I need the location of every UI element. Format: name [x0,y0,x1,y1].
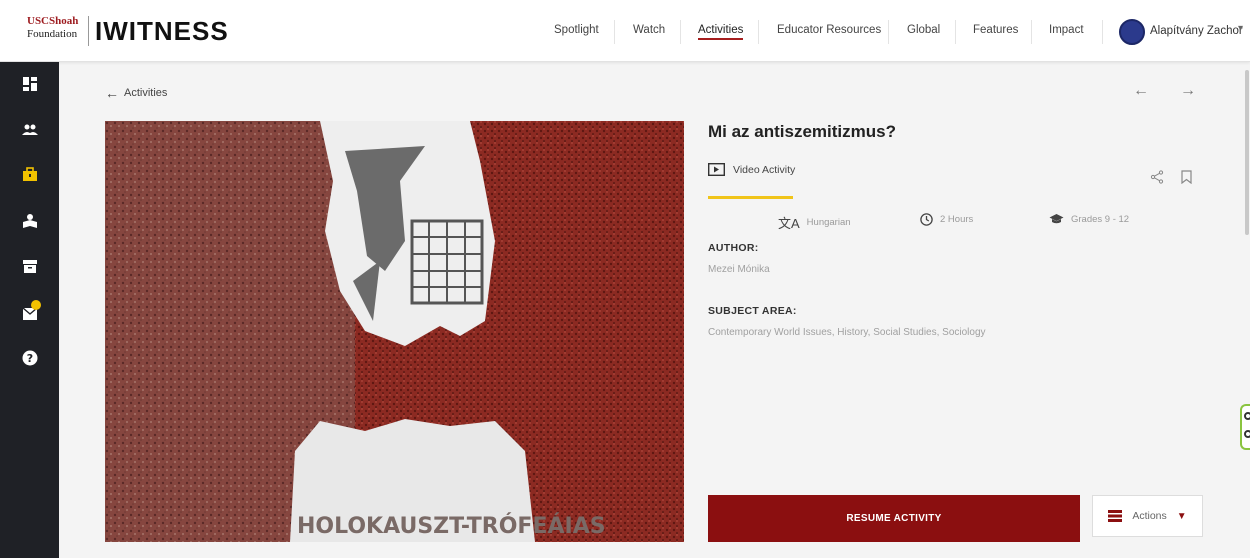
list-icon [1108,510,1123,522]
nav-divider [614,20,615,44]
translate-icon: 文A [778,216,800,231]
nav-watch[interactable]: Watch [633,24,665,36]
activity-image: HOLOKAUSZT-TRÓFEÁIAS [105,121,684,542]
student-icon[interactable] [22,213,38,229]
nav-divider [1031,20,1032,44]
image-caption-text: HOLOKAUSZT-TRÓFEÁIAS [297,513,606,539]
chevron-down-icon: ▼ [1176,510,1187,522]
help-icon[interactable]: ? [22,350,38,366]
duration-value: 2 Hours [940,214,974,225]
user-name[interactable]: Alapítvány Zachor [1150,25,1243,37]
activity-type-label: Video Activity [733,163,796,176]
actions-label: Actions [1132,510,1167,522]
feedback-widget[interactable] [1240,404,1250,450]
dashboard-icon[interactable] [22,76,38,92]
nav-global[interactable]: Global [907,24,940,36]
widget-icon [1244,430,1250,438]
usc-shoah-logo[interactable]: USCShoah Foundation [27,15,85,41]
language-meta: 文A Hungarian [778,213,851,232]
nav-divider [680,20,681,44]
nav-divider [888,20,889,44]
author-value: Mezei Mónika [708,264,770,275]
bookmark-icon[interactable] [1181,170,1192,189]
share-icon[interactable] [1150,170,1164,189]
grades-meta: Grades 9 - 12 [1049,213,1129,225]
activity-type: Video Activity [708,163,795,176]
archive-icon[interactable] [22,258,38,274]
duration-meta: 2 Hours [920,213,973,226]
subject-area-label: SUBJECT AREA: [708,305,797,317]
actions-dropdown[interactable]: Actions ▼ [1092,495,1203,537]
logo-divider [88,16,89,46]
graduation-cap-icon [1049,214,1064,224]
next-arrow-icon[interactable]: → [1180,82,1196,100]
logo-line1: USCShoah [27,15,79,27]
users-icon[interactable] [22,122,38,138]
video-icon [708,163,725,176]
svg-text:?: ? [27,352,33,365]
activity-title: Mi az antiszemitizmus? [708,122,896,141]
activity-type-underline [708,196,793,199]
back-to-activities-link[interactable]: ← Activities [105,85,167,101]
language-value: Hungarian [806,217,851,228]
iwitness-logo[interactable]: IWITNESS [95,16,229,47]
nav-activities[interactable]: Activities [698,24,744,40]
nav-divider [758,20,759,44]
chevron-down-icon[interactable]: ▾ [1238,23,1243,34]
top-header: USCShoah Foundation IWITNESS Spotlight W… [0,0,1250,62]
activities-icon[interactable] [22,166,38,182]
nav-features[interactable]: Features [973,24,1018,36]
nav-impact[interactable]: Impact [1049,24,1084,36]
logo-line2: Foundation [27,28,78,40]
avatar[interactable] [1119,19,1145,45]
grades-value: Grades 9 - 12 [1071,213,1130,225]
subject-area-value: Contemporary World Issues, History, Soci… [708,327,986,338]
author-label: AUTHOR: [708,242,759,254]
resume-activity-button[interactable]: RESUME ACTIVITY [708,495,1080,542]
previous-arrow-icon[interactable]: ← [1133,82,1149,100]
nav-divider [955,20,956,44]
nav-educator-resources[interactable]: Educator Resources [777,24,881,36]
widget-icon [1244,412,1250,420]
scrollbar[interactable] [1245,70,1249,235]
back-label: Activities [124,87,168,99]
sidebar: ? [0,62,59,558]
arrow-left-icon: ← [105,85,119,101]
nav-divider [1102,20,1103,44]
notification-badge [31,300,41,310]
clock-icon [920,213,933,226]
messages-icon[interactable] [22,300,41,321]
nav-spotlight[interactable]: Spotlight [554,24,599,36]
